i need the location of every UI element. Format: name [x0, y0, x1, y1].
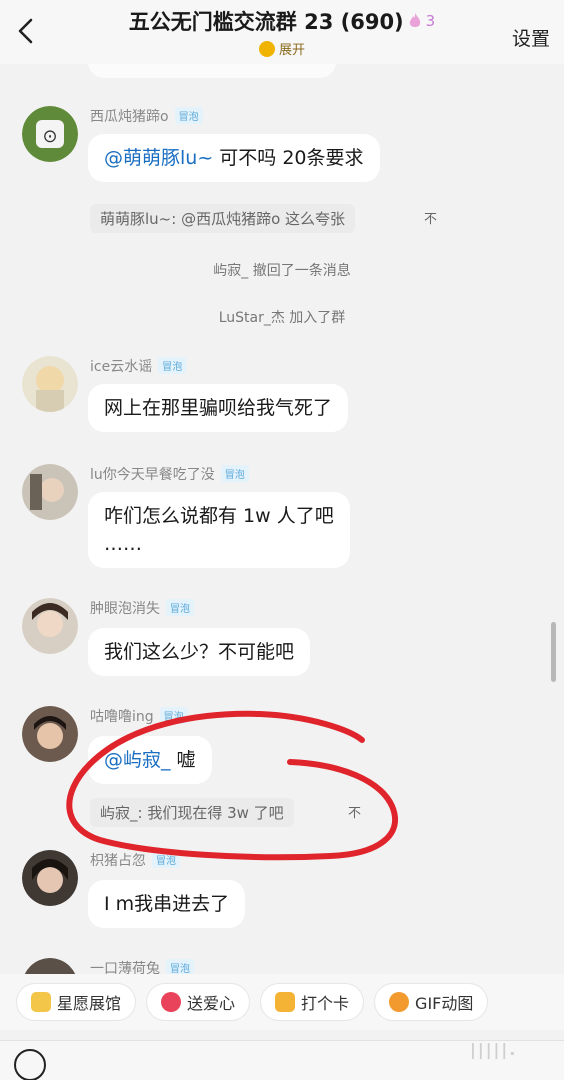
group-title: 五公无门槛交流群 23 (690) 3	[129, 6, 435, 36]
quick-action-bar: 星愿展馆 送爱心 打个卡 GIF动图	[0, 974, 564, 1030]
avatar[interactable]	[22, 850, 78, 906]
message-bubble[interactable]: 咋们怎么说都有 1w 人了吧 ……	[88, 492, 350, 568]
sender-name: 枳猪占忽 冒泡	[90, 850, 180, 870]
quoted-reply[interactable]: 屿寂_: 我们现在得 3w 了吧	[90, 798, 294, 827]
quote-extra: 不	[348, 806, 362, 821]
avatar[interactable]	[22, 464, 78, 520]
checkin-button[interactable]: 打个卡	[260, 983, 365, 1021]
system-message-recall: 屿寂_ 撤回了一条消息	[213, 263, 351, 279]
avatar[interactable]	[22, 706, 78, 762]
expand-label: 展开	[278, 43, 305, 58]
badge-icon	[258, 40, 275, 57]
chat-message: 一口薄荷兔 冒泡	[22, 958, 552, 974]
message-bubble[interactable]: 网上在那里骗呗给我气死了	[88, 384, 349, 432]
avatar[interactable]	[22, 958, 78, 974]
sender-name: 一口薄荷兔 冒泡	[90, 958, 194, 974]
partial-message-bubble	[88, 64, 336, 78]
mention-link[interactable]: @屿寂_	[104, 749, 171, 771]
settings-button[interactable]: 设置	[512, 24, 550, 51]
gif-button[interactable]: GIF动图	[374, 983, 489, 1021]
star-hall-button[interactable]: 星愿展馆	[16, 983, 137, 1021]
chat-header: 五公无门槛交流群 23 (690) 3 展开 设置	[0, 0, 564, 64]
sender-name: lu你今天早餐吃了没 冒泡	[90, 464, 249, 484]
chat-message: 咕噜噜ing 冒泡 @屿寂_ 嘘 屿寂_: 我们现在得 3w 了吧 不	[22, 706, 552, 846]
watermark-logo: |||||.	[470, 1040, 518, 1059]
mention-link[interactable]: @萌萌豚lu~	[104, 147, 213, 169]
expand-button[interactable]: 展开	[258, 39, 305, 58]
quote-extra: 不	[424, 212, 438, 227]
gif-icon	[389, 992, 410, 1012]
message-bubble[interactable]: @屿寂_ 嘘	[88, 736, 212, 784]
member-tag: 冒泡	[159, 707, 188, 724]
chat-message-list[interactable]: ⊙ 西瓜炖猪蹄o 冒泡 @萌萌豚lu~ 可不吗 20条要求 萌萌豚lu~: @西瓜…	[0, 64, 564, 974]
chat-message: 枳猪占忽 冒泡 I m我串进去了	[22, 850, 552, 940]
member-tag: 冒泡	[174, 107, 203, 124]
scrollbar[interactable]	[551, 622, 556, 682]
title-area: 五公无门槛交流群 23 (690) 3 展开	[90, 6, 474, 61]
member-tag: 冒泡	[166, 959, 194, 974]
avatar[interactable]	[22, 598, 78, 654]
star-hall-icon	[31, 992, 51, 1012]
message-bubble[interactable]: I m我串进去了	[88, 880, 246, 928]
chat-message: ⊙ 西瓜炖猪蹄o 冒泡 @萌萌豚lu~ 可不吗 20条要求 萌萌豚lu~: @西瓜…	[22, 106, 552, 256]
quoted-reply[interactable]: 萌萌豚lu~: @西瓜炖猪蹄o 这么夸张	[90, 204, 356, 233]
sender-name: 西瓜炖猪蹄o 冒泡	[90, 106, 203, 126]
member-tag: 冒泡	[220, 465, 249, 482]
sender-name: 肿眼泡消失 冒泡	[90, 598, 194, 618]
message-bubble[interactable]: 我们这么少？不可能吧	[88, 628, 311, 676]
member-tag: 冒泡	[166, 599, 194, 616]
sender-name: ice云水谣 冒泡	[90, 356, 187, 376]
chat-message: ice云水谣 冒泡 网上在那里骗呗给我气死了	[22, 356, 552, 446]
avatar[interactable]: ⊙	[22, 106, 78, 162]
send-love-button[interactable]: 送爱心	[146, 983, 251, 1021]
chevron-left-icon[interactable]	[14, 16, 38, 46]
group-title-text: 五公无门槛交流群 23 (690)	[128, 10, 404, 34]
voice-icon[interactable]	[14, 1049, 46, 1080]
member-tag: 冒泡	[158, 357, 187, 374]
hot-count: 3	[425, 12, 436, 30]
avatar[interactable]	[22, 356, 78, 412]
checkin-icon	[275, 992, 296, 1012]
fire-icon	[409, 13, 420, 27]
chat-message: lu你今天早餐吃了没 冒泡 咋们怎么说都有 1w 人了吧 ……	[22, 464, 552, 584]
member-tag: 冒泡	[152, 851, 180, 868]
message-bubble[interactable]: @萌萌豚lu~ 可不吗 20条要求	[88, 134, 380, 182]
heart-icon	[161, 992, 182, 1012]
svg-text:⊙: ⊙	[42, 126, 57, 147]
sender-name: 咕噜噜ing 冒泡	[90, 706, 188, 726]
system-message-join: LuStar_杰 加入了群	[218, 310, 346, 326]
chat-message: 肿眼泡消失 冒泡 我们这么少？不可能吧	[22, 598, 552, 688]
